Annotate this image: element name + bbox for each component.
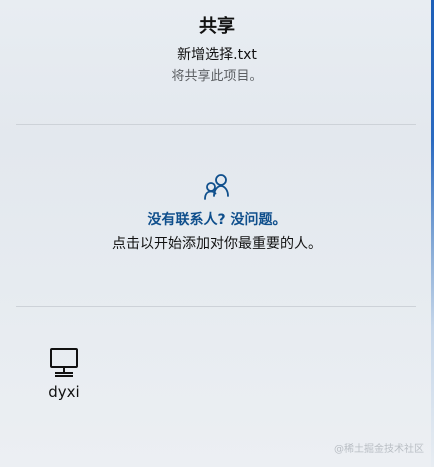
share-panel: 共享 新增选择.txt 将共享此项目。 没有联系人? 没问题。 点击以开始添加对… bbox=[0, 0, 434, 467]
shared-file-name: 新增选择.txt bbox=[177, 47, 257, 63]
device-name: dyxi bbox=[48, 383, 80, 401]
empty-state-title: 没有联系人? 没问题。 bbox=[147, 212, 287, 228]
divider-bottom bbox=[16, 306, 416, 307]
computer-icon bbox=[48, 346, 80, 378]
divider-top bbox=[16, 124, 416, 125]
share-description: 将共享此项目。 bbox=[171, 69, 263, 84]
empty-state-message: 点击以开始添加对你最重要的人。 bbox=[112, 236, 322, 252]
share-title: 共享 bbox=[199, 16, 235, 37]
watermark: @稀土掘金技术社区 bbox=[334, 444, 424, 455]
device-item[interactable]: dyxi bbox=[40, 346, 88, 402]
share-header: 共享 新增选择.txt 将共享此项目。 bbox=[0, 14, 434, 86]
contacts-empty-state: 没有联系人? 没问题。 点击以开始添加对你最重要的人。 bbox=[0, 172, 434, 254]
people-icon bbox=[202, 172, 232, 202]
